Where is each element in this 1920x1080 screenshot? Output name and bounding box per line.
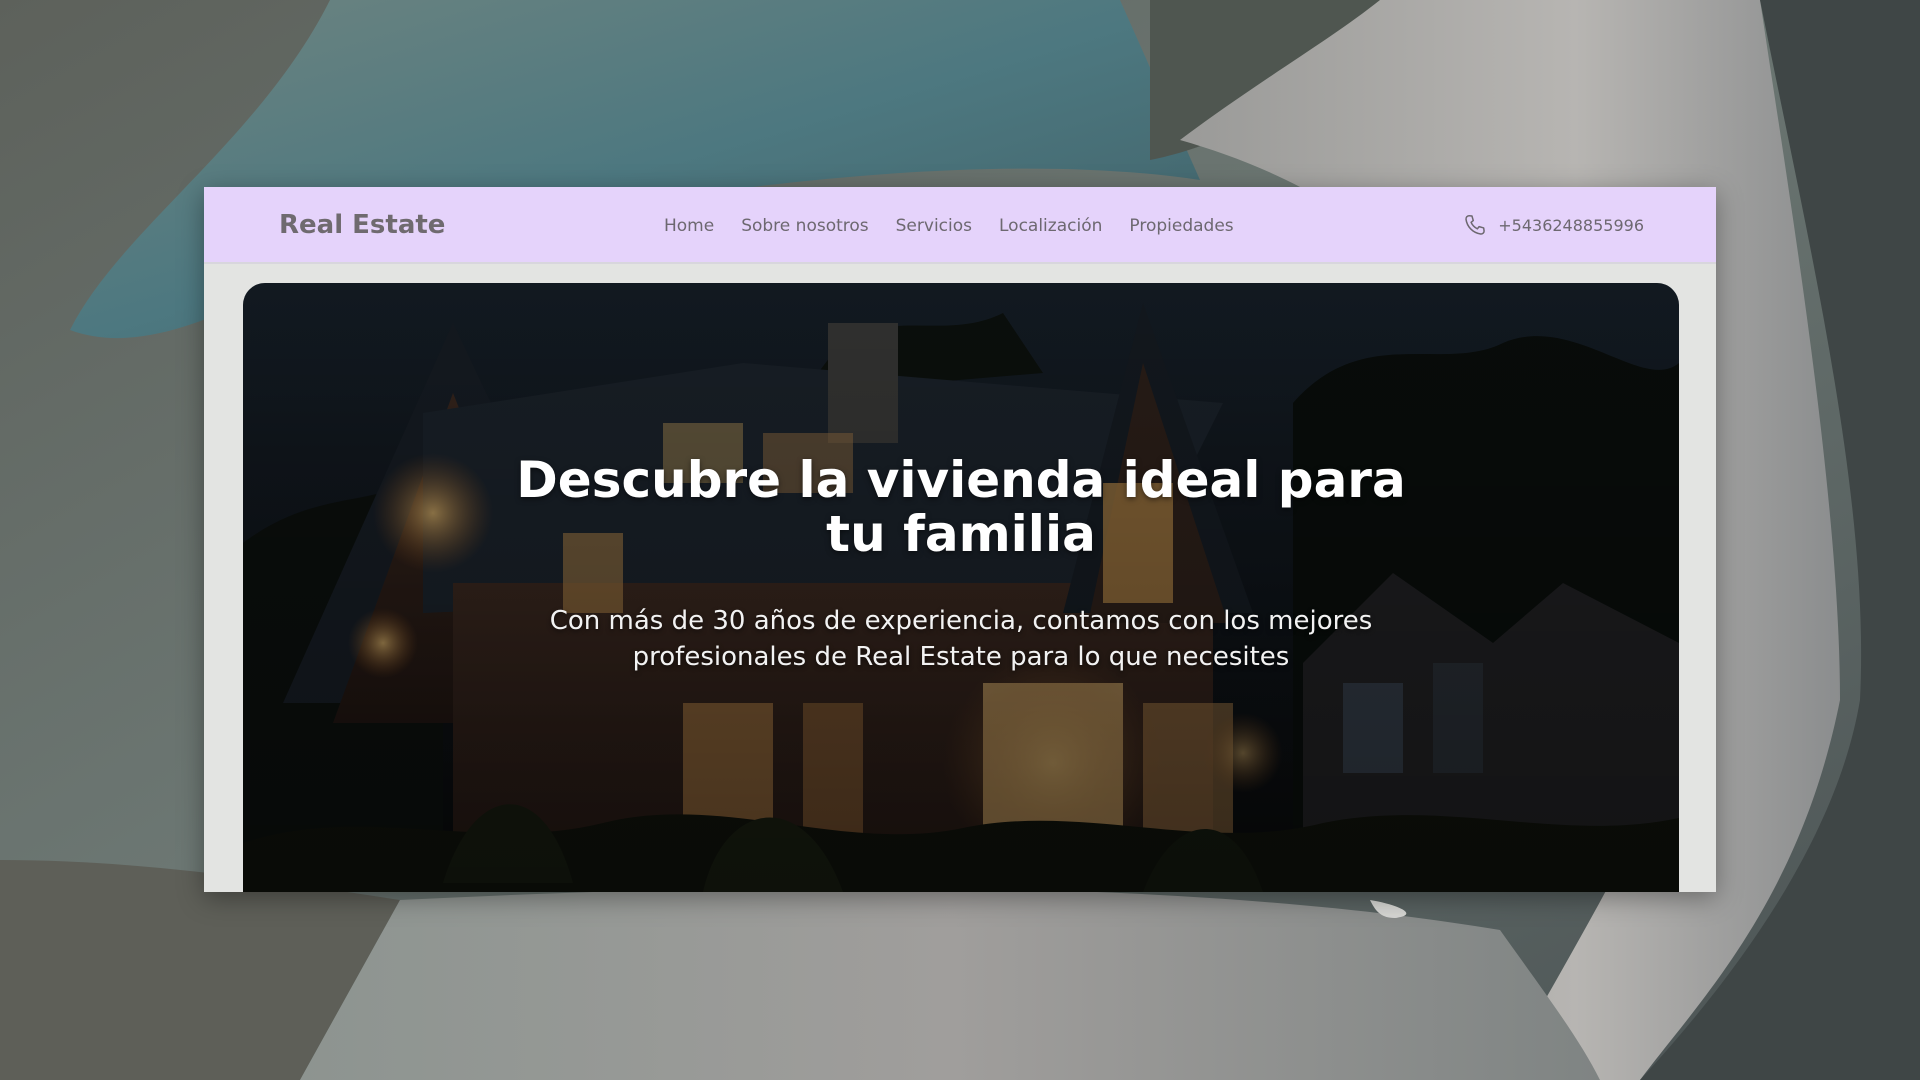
- nav-links: Home Sobre nosotros Servicios Localizaci…: [664, 187, 1234, 264]
- hero-banner: Descubre la vivienda ideal para tu famil…: [243, 283, 1679, 892]
- hero-title: Descubre la vivienda ideal para tu famil…: [516, 451, 1406, 563]
- phone-number: +5436248855996: [1498, 216, 1644, 235]
- navbar: Real Estate Home Sobre nosotros Servicio…: [204, 187, 1716, 264]
- brand-logo[interactable]: Real Estate: [279, 187, 445, 264]
- nav-link-servicios[interactable]: Servicios: [896, 216, 972, 236]
- nav-link-localizacion[interactable]: Localización: [999, 216, 1102, 236]
- nav-link-sobre-nosotros[interactable]: Sobre nosotros: [741, 216, 868, 236]
- nav-link-home[interactable]: Home: [664, 216, 714, 236]
- browser-window: Real Estate Home Sobre nosotros Servicio…: [204, 187, 1716, 892]
- phone-icon: [1465, 214, 1486, 235]
- phone-contact[interactable]: +5436248855996: [1462, 187, 1644, 264]
- hero-subtitle: Con más de 30 años de experiencia, conta…: [549, 606, 1373, 672]
- nav-link-propiedades[interactable]: Propiedades: [1129, 216, 1233, 236]
- hero-content: Descubre la vivienda ideal para tu famil…: [243, 283, 1679, 892]
